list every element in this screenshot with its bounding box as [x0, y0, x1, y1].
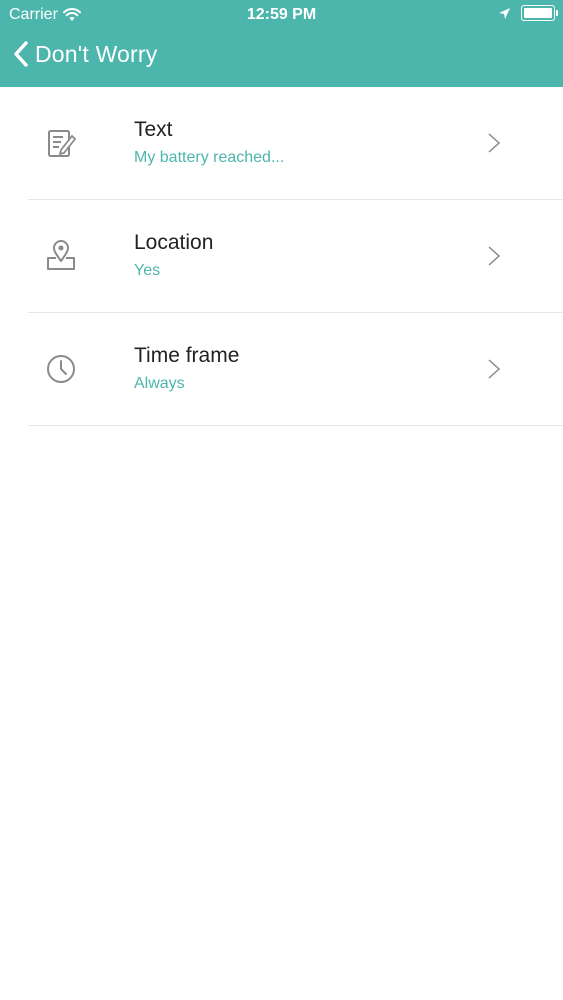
nav-bar: Don't Worry: [0, 30, 563, 87]
list-item-location[interactable]: Location Yes: [0, 200, 563, 313]
row-subtitle: Always: [134, 375, 185, 392]
back-button[interactable]: Don't Worry: [13, 40, 157, 68]
chevron-left-icon: [14, 41, 28, 67]
right-status: [498, 5, 558, 21]
location-arrow-icon: [499, 7, 510, 19]
list-item-time-frame[interactable]: Time frame Always: [0, 313, 563, 426]
chevron-right-icon: [488, 246, 501, 266]
status-time: 12:59 PM: [246, 6, 317, 23]
edit-note-icon: [48, 130, 77, 157]
chevron-right-icon: [488, 133, 501, 153]
header: Carrier 12:59 PM Don't Worry: [0, 0, 563, 87]
status-bar: Carrier 12:59 PM: [0, 0, 563, 30]
settings-list: Text My battery reached... Location Yes …: [0, 87, 563, 426]
row-title: Location: [134, 231, 214, 254]
chevron-right-icon: [488, 359, 501, 379]
battery-icon: [521, 5, 558, 21]
row-subtitle: Yes: [134, 262, 161, 279]
row-title: Text: [134, 118, 173, 141]
list-item-text[interactable]: Text My battery reached...: [0, 87, 563, 200]
location-pin-icon: [47, 240, 75, 270]
back-title: Don't Worry: [35, 40, 158, 67]
row-subtitle: My battery reached...: [134, 149, 285, 166]
clock-icon: [47, 355, 75, 383]
row-title: Time frame: [134, 344, 240, 367]
